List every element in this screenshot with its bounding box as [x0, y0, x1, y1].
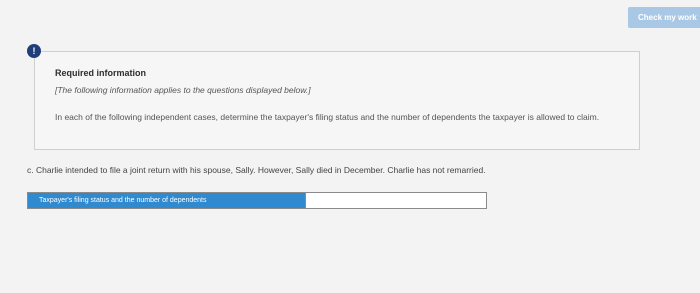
page: Check my work Required information [The …: [0, 0, 700, 293]
required-information-panel: Required information [The following info…: [34, 51, 640, 150]
info-title: Required information: [55, 68, 147, 78]
question-text: c. Charlie intended to file a joint retu…: [27, 165, 486, 175]
check-my-work-button[interactable]: Check my work: [628, 7, 700, 28]
answer-row: Taxpayer's filing status and the number …: [27, 192, 487, 209]
filing-status-input[interactable]: [305, 193, 486, 208]
info-instructions: In each of the following independent cas…: [55, 112, 600, 122]
answer-label: Taxpayer's filing status and the number …: [28, 193, 305, 208]
alert-icon: !: [27, 44, 41, 58]
info-note: [The following information applies to th…: [55, 85, 311, 95]
